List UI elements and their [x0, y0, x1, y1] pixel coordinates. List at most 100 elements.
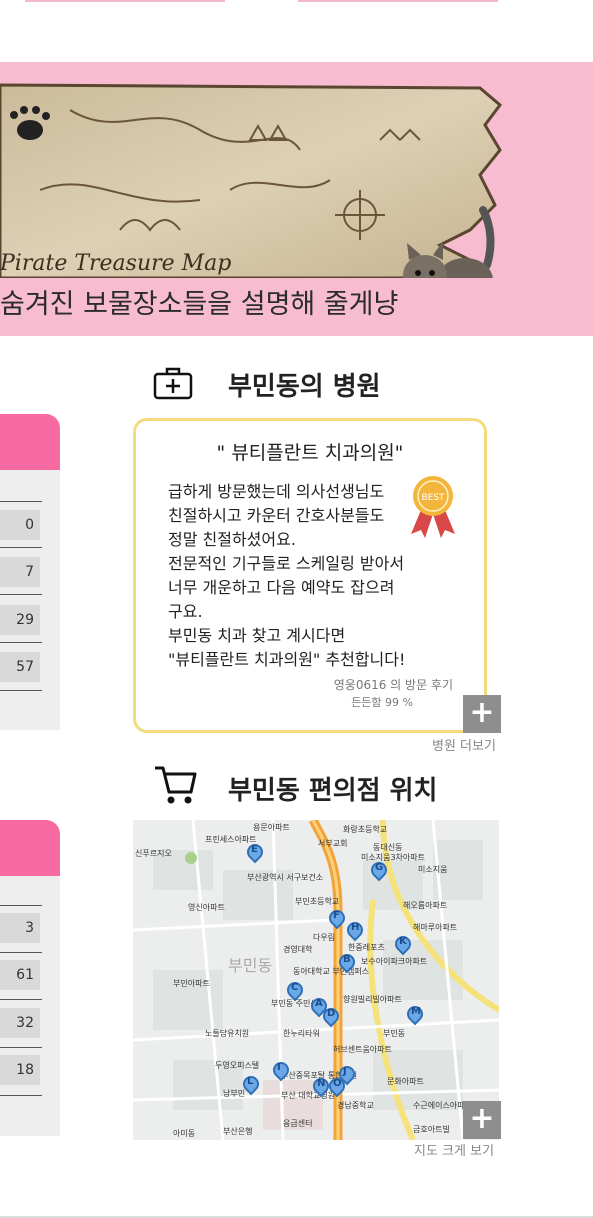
- map-place: 금호아트빌: [413, 1125, 450, 1134]
- store-pin-e[interactable]: E: [243, 840, 267, 864]
- left-panel-1-header: [0, 414, 60, 470]
- panel-divider: [0, 1095, 42, 1096]
- panel-divider: [0, 905, 42, 906]
- pin-label: E: [251, 844, 258, 855]
- map-place: 남부민: [223, 1089, 246, 1098]
- review-author: 영웅0616 의 방문 후기: [333, 678, 453, 692]
- shopping-cart-icon: [153, 764, 197, 806]
- review-line: 너무 개운하고 다음 예약도 잡으려: [168, 578, 395, 597]
- pin-label: G: [375, 862, 384, 873]
- map-place: 두영오피스텔: [215, 1061, 260, 1070]
- map-place: 허브센트움아파트: [333, 1045, 392, 1054]
- left-panel-2-row[interactable]: 3: [0, 913, 40, 943]
- review-line: 전문적인 기구들로 스케일링 받아서: [168, 554, 405, 573]
- map-place: 부민초등학교: [295, 897, 340, 906]
- pin-label: M: [411, 1006, 421, 1017]
- store-pin-d[interactable]: D: [319, 1004, 343, 1028]
- map-place: 문화아파트: [387, 1077, 424, 1086]
- review-hospital-name: " 뷰티플란트 치과의원": [216, 442, 404, 464]
- review-text: 급하게 방문했는데 의사선생님도 친절하시고 카운터 간호사분들도 정말 친절하…: [168, 480, 418, 672]
- map-place: 해마루아파트: [413, 923, 458, 932]
- top-divider-left: [25, 0, 225, 2]
- best-badge-icon: BEST: [403, 472, 463, 540]
- map-pin-icon: [269, 1058, 293, 1082]
- review-line: 부민동 치과 찾고 계시다면: [168, 626, 346, 645]
- map-place: 한중레포츠: [348, 943, 385, 952]
- map-place: 신푸르지오: [135, 849, 172, 858]
- map-place: 보수아이파크아파트: [361, 957, 428, 966]
- left-panel-2-row[interactable]: 32: [0, 1008, 40, 1038]
- pin-label: K: [399, 936, 407, 947]
- pin-label: A: [315, 998, 323, 1009]
- hospital-more-label[interactable]: 병원 더보기: [432, 735, 496, 754]
- hospital-review-card[interactable]: " 뷰티플란트 치과의원" 급하게 방문했는데 의사선생님도 친절하시고 카운터…: [133, 418, 487, 733]
- pin-label: B: [343, 954, 351, 965]
- top-divider-right: [298, 0, 498, 2]
- map-place: 부민동: [383, 1029, 406, 1038]
- pin-label: O: [333, 1078, 342, 1089]
- pin-label: F: [333, 910, 340, 921]
- panel-divider: [0, 999, 42, 1000]
- map-place: 경영대학: [283, 945, 313, 954]
- store-pin-b[interactable]: B: [335, 950, 359, 974]
- panel-divider: [0, 690, 42, 691]
- store-pin-o[interactable]: O: [325, 1074, 349, 1098]
- pin-label: L: [247, 1076, 254, 1087]
- map-place: 부산광역시 서구보건소: [247, 873, 324, 882]
- map-district-label: 부민동: [228, 956, 273, 975]
- review-line: 구요.: [168, 602, 203, 621]
- badge-text: BEST: [421, 493, 445, 503]
- map-place: 부민아파트: [173, 979, 210, 988]
- store-pin-i[interactable]: I: [269, 1058, 293, 1082]
- map-place: 다우림: [313, 933, 336, 942]
- map-place: 경남중학교: [337, 1101, 374, 1110]
- panel-divider: [0, 952, 42, 953]
- first-aid-kit-icon: [153, 366, 193, 400]
- banner-caption: 숨겨진 보물장소들을 설명해 줄게냥: [0, 289, 399, 320]
- map-place: 영신아파트: [188, 903, 225, 912]
- review-score: 든든함 99 %: [351, 696, 413, 709]
- map-place: 노들담유치원: [205, 1029, 250, 1038]
- left-panel-1-row[interactable]: 57: [0, 652, 40, 682]
- panel-divider: [0, 594, 42, 595]
- review-line: 친절하시고 카운터 간호사분들도: [168, 506, 385, 525]
- pin-label: D: [327, 1008, 336, 1019]
- map-place: 응급센터: [283, 1119, 313, 1128]
- panel-divider: [0, 501, 42, 502]
- hospital-more-button[interactable]: +: [463, 695, 501, 733]
- map-place: 향원빌리빌아파트: [343, 995, 402, 1004]
- store-pin-l[interactable]: L: [239, 1072, 263, 1096]
- left-panel-1-row[interactable]: 0: [0, 510, 40, 540]
- map-title-text: Pirate Treasure Map: [0, 251, 231, 276]
- store-pin-c[interactable]: C: [283, 978, 307, 1002]
- store-pin-k[interactable]: K: [391, 932, 415, 956]
- map-place: 동아대학교 부민캠퍼스: [293, 967, 370, 976]
- map-place: 서부교회: [318, 839, 348, 848]
- hospital-section-title: 부민동의 병원: [228, 372, 381, 402]
- map-place: 부산은행: [223, 1127, 253, 1136]
- map-place: 해오름아파트: [403, 901, 448, 910]
- map-expand-button[interactable]: +: [463, 1101, 501, 1139]
- panel-divider: [0, 547, 42, 548]
- review-line: "뷰티플란트 치과의원" 추천합니다!: [168, 650, 406, 669]
- convenience-section-title: 부민동 편의점 위치: [228, 776, 438, 806]
- store-pin-g[interactable]: G: [367, 858, 391, 882]
- store-pin-n[interactable]: N: [309, 1074, 333, 1098]
- map-expand-label[interactable]: 지도 크게 보기: [414, 1140, 494, 1159]
- review-line: 급하게 방문했는데 의사선생님도: [168, 482, 385, 501]
- panel-divider: [0, 642, 42, 643]
- pin-label: H: [351, 922, 360, 933]
- store-pin-f[interactable]: F: [325, 906, 349, 930]
- left-panel-2-row[interactable]: 18: [0, 1055, 40, 1085]
- pin-label: J: [343, 1066, 347, 1077]
- store-pin-h[interactable]: H: [343, 918, 367, 942]
- left-panel-2-row[interactable]: 61: [0, 960, 40, 990]
- left-panel-1-row[interactable]: 29: [0, 605, 40, 635]
- left-panel-1-row[interactable]: 7: [0, 557, 40, 587]
- treasure-map-image: Pirate Treasure Map: [0, 80, 505, 278]
- store-pin-m[interactable]: M: [403, 1002, 427, 1026]
- map-place: 한누리타워: [283, 1029, 320, 1038]
- pin-label: C: [291, 982, 299, 993]
- map-place: 화랑초등학교: [343, 825, 388, 834]
- convenience-store-map[interactable]: 용문아파트 화랑초등학교 서부교회 동대신동 프린세스아파트 신푸르지오 미소지…: [133, 820, 499, 1140]
